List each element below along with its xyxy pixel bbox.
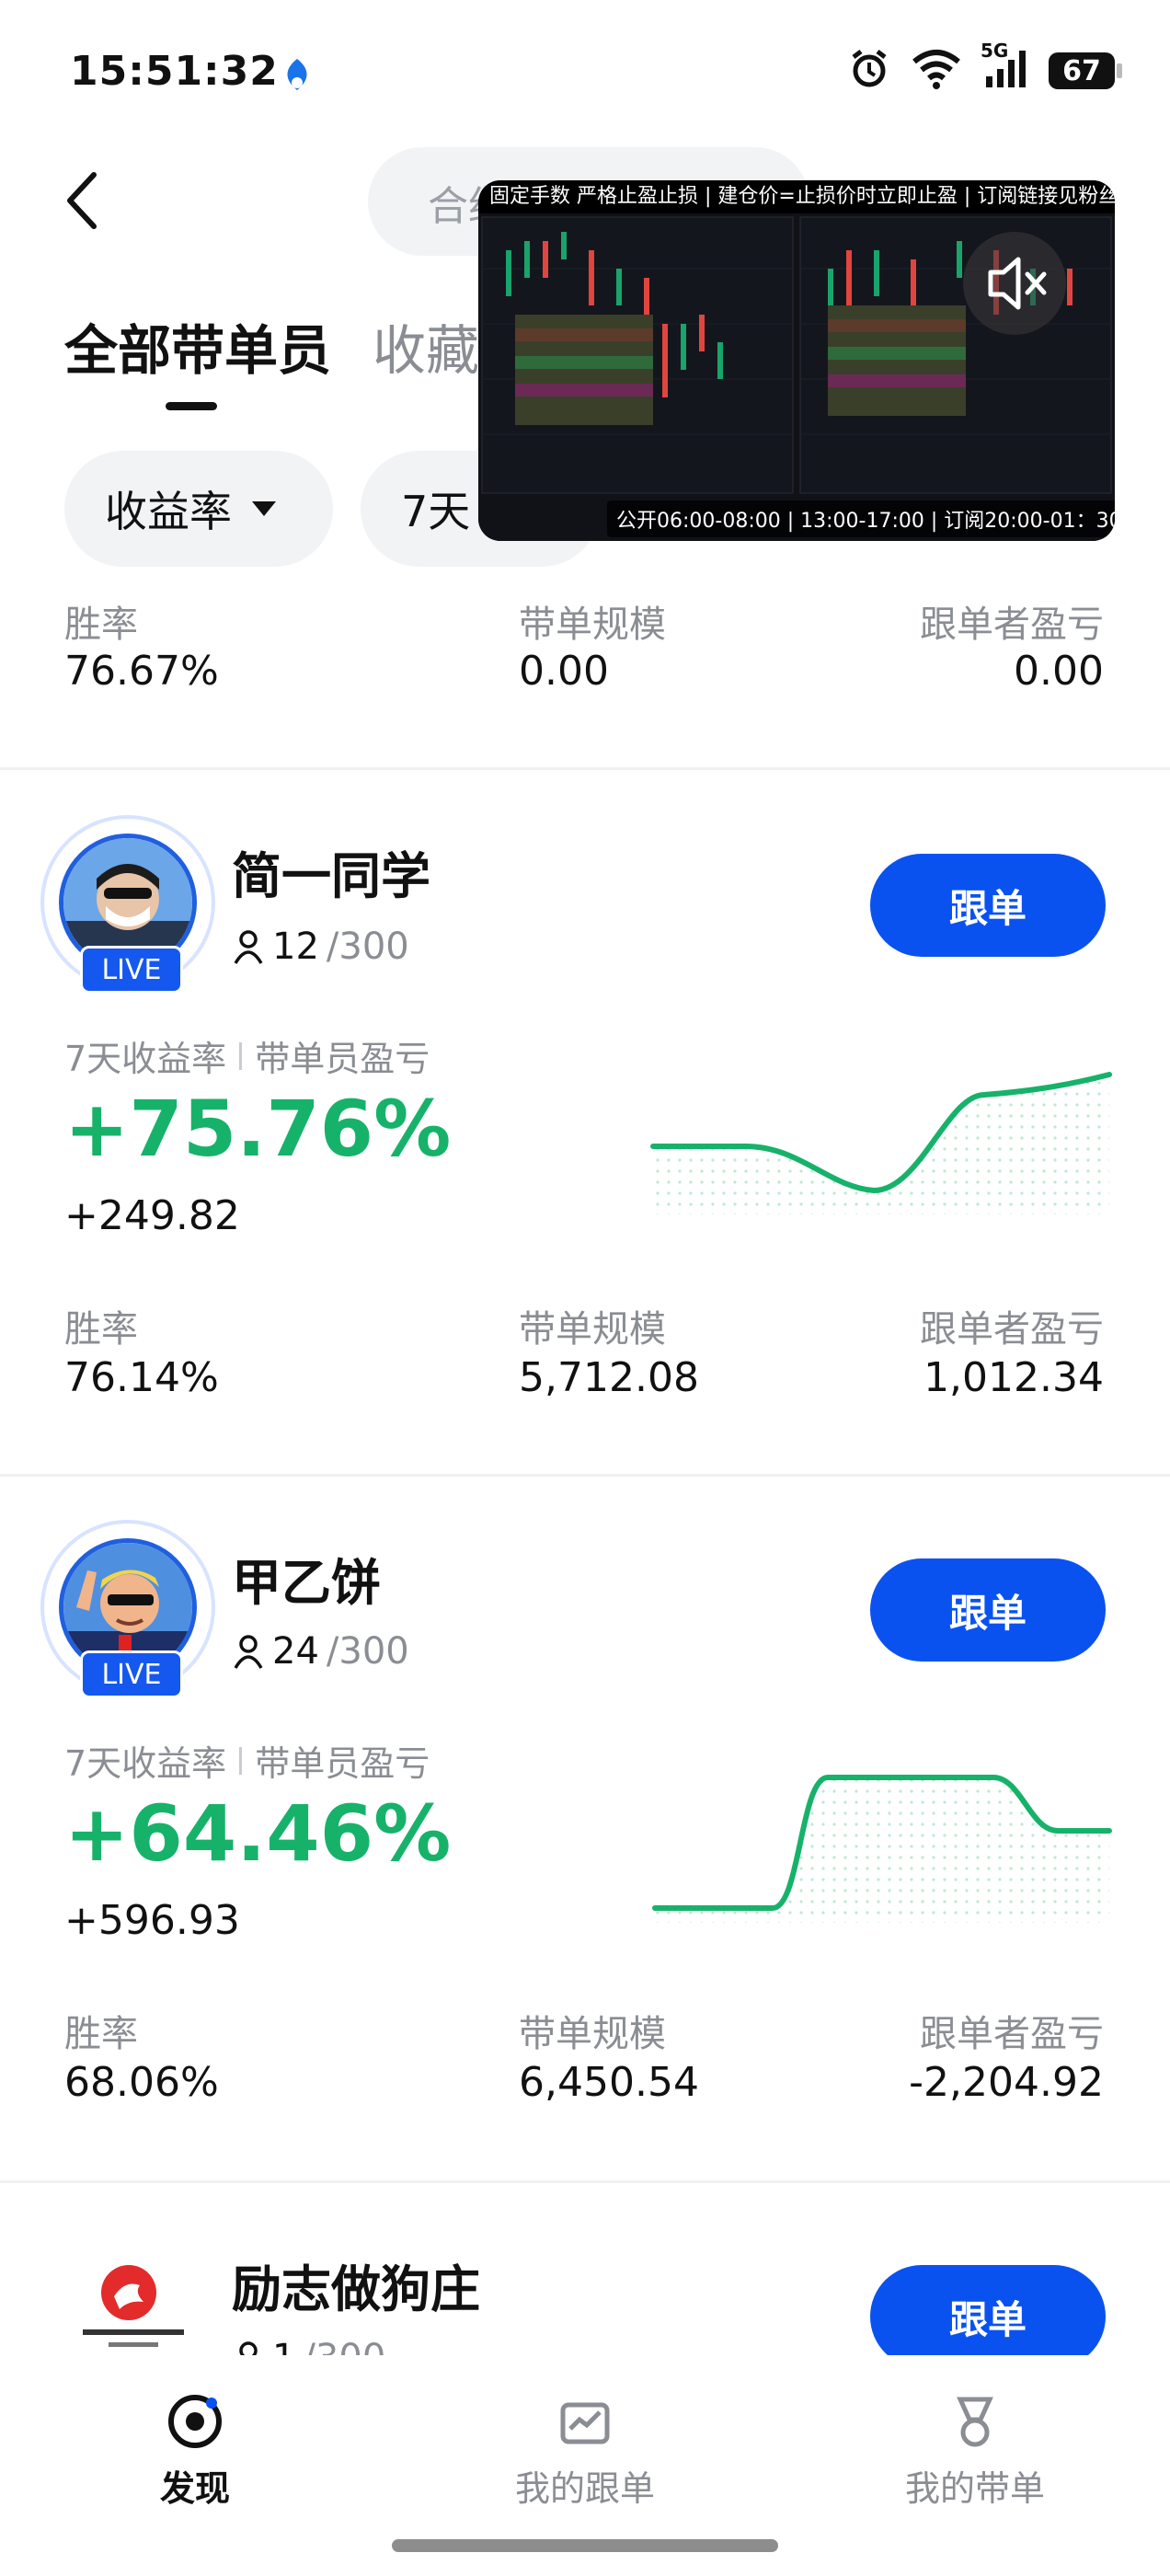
win-rate-value: 68.06% [64, 2059, 219, 2106]
discover-icon [168, 2395, 222, 2448]
floating-video-player[interactable]: 固定手数 严格止盈止损 | 建仓价=止损价时立即止盈 | 订阅链接见粉丝群和广场… [478, 180, 1115, 541]
speaker-muted-icon [988, 257, 1047, 310]
follower-pnl-label: 跟单者盈亏 [920, 604, 1104, 646]
separator [239, 1746, 243, 1775]
user-icon [234, 930, 263, 964]
trader-name: 甲乙饼 [232, 1554, 381, 1612]
win-rate-value: 76.14% [64, 1354, 219, 1401]
live-badge: LIVE [80, 946, 183, 994]
win-rate-label: 胜率 [64, 2013, 138, 2055]
separator [239, 1041, 243, 1070]
scale-value: 5,712.08 [519, 1354, 699, 1401]
win-rate-label: 胜率 [64, 604, 138, 646]
home-indicator [392, 2539, 778, 2552]
tab-all-traders[interactable]: 全部带单员 [64, 307, 331, 385]
video-bottom-caption: 公开06:00-08:00 | 13:00-17:00 | 订阅20:00-01… [607, 500, 1115, 537]
sort-dropdown[interactable]: 收益率 [64, 451, 333, 567]
follower-pnl-value: 0.00 [1014, 648, 1104, 695]
trader-name: 励志做狗庄 [232, 2260, 480, 2318]
follow-button[interactable]: 跟单 [870, 1558, 1106, 1662]
trader-name: 简一同学 [232, 847, 430, 905]
win-rate-value: 76.67% [64, 648, 219, 695]
follower-max: /300 [326, 1630, 409, 1673]
follower-pnl-value: -2,204.92 [909, 2059, 1104, 2106]
roi-sparkline [652, 1775, 1112, 1923]
trader-pnl-value: +249.82 [64, 1192, 240, 1239]
follower-current: 24 [272, 1630, 319, 1673]
scale-label: 带单规模 [519, 2013, 666, 2055]
tab-favorites[interactable]: 收藏 [373, 307, 479, 385]
scale-label: 带单规模 [519, 604, 666, 646]
avatar-logo [83, 2265, 184, 2347]
follow-button[interactable]: 跟单 [870, 854, 1106, 957]
divider [0, 767, 1170, 770]
active-tab-indicator [166, 402, 217, 410]
roi-value: +64.46% [64, 1788, 452, 1879]
live-badge: LIVE [80, 1650, 183, 1698]
roi-value: +75.76% [64, 1084, 452, 1174]
follower-pnl-label: 跟单者盈亏 [920, 2013, 1104, 2055]
video-top-caption: 固定手数 严格止盈止损 | 建仓价=止损价时立即止盈 | 订阅链接见粉丝群和广场… [478, 180, 1115, 213]
status-time: 15:51:32 [70, 48, 279, 95]
follower-current: 12 [272, 926, 319, 968]
nav-label: 我的带单 [904, 2468, 1045, 2509]
nav-label: 发现 [159, 2468, 230, 2509]
medal-icon [957, 2397, 993, 2447]
battery-indicator: 67 [1049, 52, 1122, 89]
user-icon [234, 1635, 263, 1669]
scale-value: 0.00 [519, 648, 609, 695]
trader-pnl-label: 带单员盈亏 [255, 1743, 430, 1784]
sort-label: 收益率 [105, 487, 232, 536]
trader-pnl-value: +596.93 [64, 1897, 240, 1944]
nav-my-follows[interactable]: 我的跟单 [447, 2392, 723, 2511]
metric-labels: 7天收益率 带单员盈亏 [64, 1735, 430, 1786]
alarm-icon [848, 48, 890, 94]
roi-period-label: 7天收益率 [64, 1743, 227, 1784]
chart-icon [560, 2402, 610, 2444]
wifi-icon [911, 49, 962, 93]
nav-discover[interactable]: 发现 [57, 2392, 333, 2511]
cellular-signal-icon: 5G [981, 40, 1028, 93]
scale-label: 带单规模 [519, 1308, 666, 1351]
follower-count: 12/300 [232, 926, 409, 968]
divider [0, 1474, 1170, 1477]
follow-button[interactable]: 跟单 [870, 2265, 1106, 2368]
roi-sparkline [650, 1072, 1112, 1214]
follower-pnl-value: 1,012.34 [923, 1354, 1104, 1401]
chevron-left-icon [67, 172, 97, 229]
scale-value: 6,450.54 [519, 2059, 699, 2106]
nav-my-leads[interactable]: 我的带单 [837, 2392, 1113, 2511]
trader-pnl-label: 带单员盈亏 [255, 1039, 430, 1079]
app-notification-icon [276, 55, 318, 98]
roi-period-label: 7天收益率 [64, 1039, 227, 1079]
caret-down-icon [252, 501, 276, 516]
follower-count: 24/300 [232, 1630, 409, 1673]
avatar[interactable] [64, 2248, 202, 2357]
nav-label: 我的跟单 [514, 2468, 655, 2509]
divider [0, 2180, 1170, 2183]
win-rate-label: 胜率 [64, 1308, 138, 1351]
follower-max: /300 [326, 926, 409, 968]
back-button[interactable] [57, 164, 112, 237]
mute-button[interactable] [963, 232, 1066, 335]
metric-labels: 7天收益率 带单员盈亏 [64, 1030, 430, 1081]
period-label: 7天 [401, 487, 471, 536]
follower-pnl-label: 跟单者盈亏 [920, 1308, 1104, 1351]
